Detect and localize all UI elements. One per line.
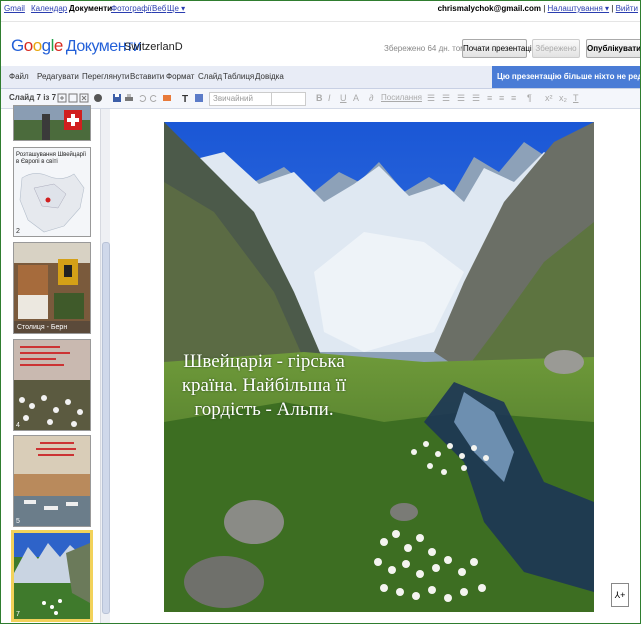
menu-table[interactable]: Таблиця [223, 72, 254, 81]
thumb-number: 7 [16, 611, 20, 618]
publish-button[interactable]: Опублікувати ▾ [586, 39, 640, 58]
slide-counter: Слайд 7 із 7 [9, 93, 57, 102]
thumb-image [14, 533, 90, 619]
slide-text-box[interactable]: Швейцарія - гірська країна. Найбільша її… [164, 350, 364, 422]
decrease-indent-icon[interactable]: ☰ [457, 93, 465, 104]
underline-icon[interactable]: U [340, 93, 347, 103]
slide-text-line: гордість - Альпи. [194, 399, 334, 420]
menu-format[interactable]: Формат [166, 72, 194, 81]
slide-editor-area: Швейцарія - гірська країна. Найбільша її… [111, 109, 640, 623]
align-left-icon[interactable]: ≡ [487, 93, 492, 103]
menu-insert[interactable]: Вставити [130, 72, 164, 81]
menu-slide[interactable]: Слайд [198, 72, 222, 81]
thumb-number: 5 [16, 518, 20, 525]
slide-thumbnail[interactable]: Розташування Швейцарії в Європі в світі … [13, 147, 91, 237]
shape-icon[interactable] [194, 93, 204, 103]
thumb-caption: Столиця - Берн [17, 324, 68, 331]
calendar-link[interactable]: Календар [31, 4, 67, 13]
insert-image-icon[interactable] [162, 93, 172, 103]
slide-thumbnail-selected[interactable]: 7 [11, 530, 93, 622]
font-style-select[interactable]: Звичайний [209, 92, 274, 106]
current-slide[interactable]: Швейцарія - гірська країна. Найбільша її… [164, 122, 594, 612]
toolbar: Слайд 7 із 7 T Звичайний B I U A ∂ Посил… [1, 89, 640, 109]
font-size-select[interactable] [271, 92, 306, 106]
save-button[interactable]: Збережено [532, 39, 580, 58]
slide-thumbnail[interactable]: 4 [13, 339, 91, 431]
settings-link[interactable]: Налаштування ▾ [548, 4, 610, 13]
slide-thumbnail[interactable]: Столиця - Берн [13, 242, 91, 334]
menu-help[interactable]: Довідка [255, 72, 284, 81]
view-options-icon[interactable] [93, 93, 103, 103]
redo-icon[interactable] [149, 93, 159, 103]
menu-edit[interactable]: Редагувати [37, 72, 79, 81]
thumb-image [14, 340, 90, 430]
thumb-number: 2 [16, 228, 20, 235]
svg-text:T: T [182, 94, 188, 103]
highlight-icon[interactable]: ∂ [369, 93, 373, 103]
delete-slide-icon[interactable] [79, 93, 89, 103]
start-presentation-button[interactable]: Почати презентацію [462, 39, 538, 58]
speaker-notes-toggle-icon[interactable]: ⅄+ [611, 583, 629, 607]
title-bar: Google Документи SwitzerlanD Збережено 64… [1, 22, 640, 66]
saved-status: Збережено 64 дн. тому [384, 44, 470, 53]
document-title[interactable]: SwitzerlanD [124, 41, 183, 53]
duplicate-slide-icon[interactable] [68, 93, 78, 103]
account-email: chrismalychok@gmail.com [437, 4, 541, 13]
align-right-icon[interactable]: ≡ [511, 93, 516, 103]
google-docs-logo[interactable]: Google Документи [11, 36, 142, 56]
app-window: Gmail Календар Документи Фотографії Веб … [0, 0, 641, 624]
gmail-link[interactable]: Gmail [4, 4, 25, 13]
subscript-icon[interactable]: x₂ [559, 93, 567, 103]
google-bar: Gmail Календар Документи Фотографії Веб … [1, 1, 640, 22]
account-area: chrismalychok@gmail.com | Налаштування ▾… [437, 4, 638, 13]
numbered-list-icon[interactable]: ☰ [427, 93, 435, 104]
signout-link[interactable]: Вийти [616, 4, 638, 13]
thumb-image [14, 243, 90, 333]
web-link[interactable]: Веб [152, 4, 166, 13]
italic-icon[interactable]: I [328, 93, 331, 103]
photos-link[interactable]: Фотографії [111, 4, 152, 13]
save-icon[interactable] [112, 93, 122, 103]
undo-icon[interactable] [137, 93, 147, 103]
thumbnail-scrollbar[interactable] [100, 109, 110, 623]
print-icon[interactable] [124, 93, 134, 103]
slide-thumbnails-panel: Розташування Швейцарії в Європі в світі … [1, 105, 101, 623]
new-slide-icon[interactable] [57, 93, 67, 103]
menu-file[interactable]: Файл [9, 72, 29, 81]
bold-icon[interactable]: B [316, 93, 323, 103]
slide-thumbnail[interactable] [13, 105, 91, 141]
clear-formatting-icon[interactable]: T [573, 93, 579, 103]
superscript-icon[interactable]: x² [545, 93, 553, 103]
text-color-icon[interactable]: A [353, 93, 359, 103]
text-box-icon[interactable]: T [181, 93, 191, 103]
slide-text-line: Швейцарія - гірська [183, 351, 345, 372]
bulleted-list-icon[interactable]: ☰ [442, 93, 450, 104]
thumb-image [14, 106, 90, 140]
link-button[interactable]: Посилання [381, 93, 422, 102]
documents-link[interactable]: Документи [69, 4, 112, 13]
scrollbar-thumb[interactable] [102, 242, 110, 614]
menu-bar: Файл Редагувати Переглянути Вставити Фор… [1, 66, 640, 89]
thumb-caption: Розташування Швейцарії в Європі в світі [16, 152, 87, 165]
line-spacing-icon[interactable]: ¶ [527, 93, 532, 103]
thumb-number: 4 [16, 422, 20, 429]
more-link[interactable]: Ще ▾ [167, 4, 185, 13]
menu-view[interactable]: Переглянути [82, 72, 129, 81]
collaboration-notice: Цю презентацію більше ніхто не редагує. [492, 66, 640, 88]
align-center-icon[interactable]: ≡ [499, 93, 504, 103]
increase-indent-icon[interactable]: ☰ [472, 93, 480, 104]
slide-thumbnail[interactable]: 5 [13, 435, 91, 527]
thumb-image [14, 436, 90, 526]
slide-text-line: країна. Найбільша її [181, 375, 347, 396]
